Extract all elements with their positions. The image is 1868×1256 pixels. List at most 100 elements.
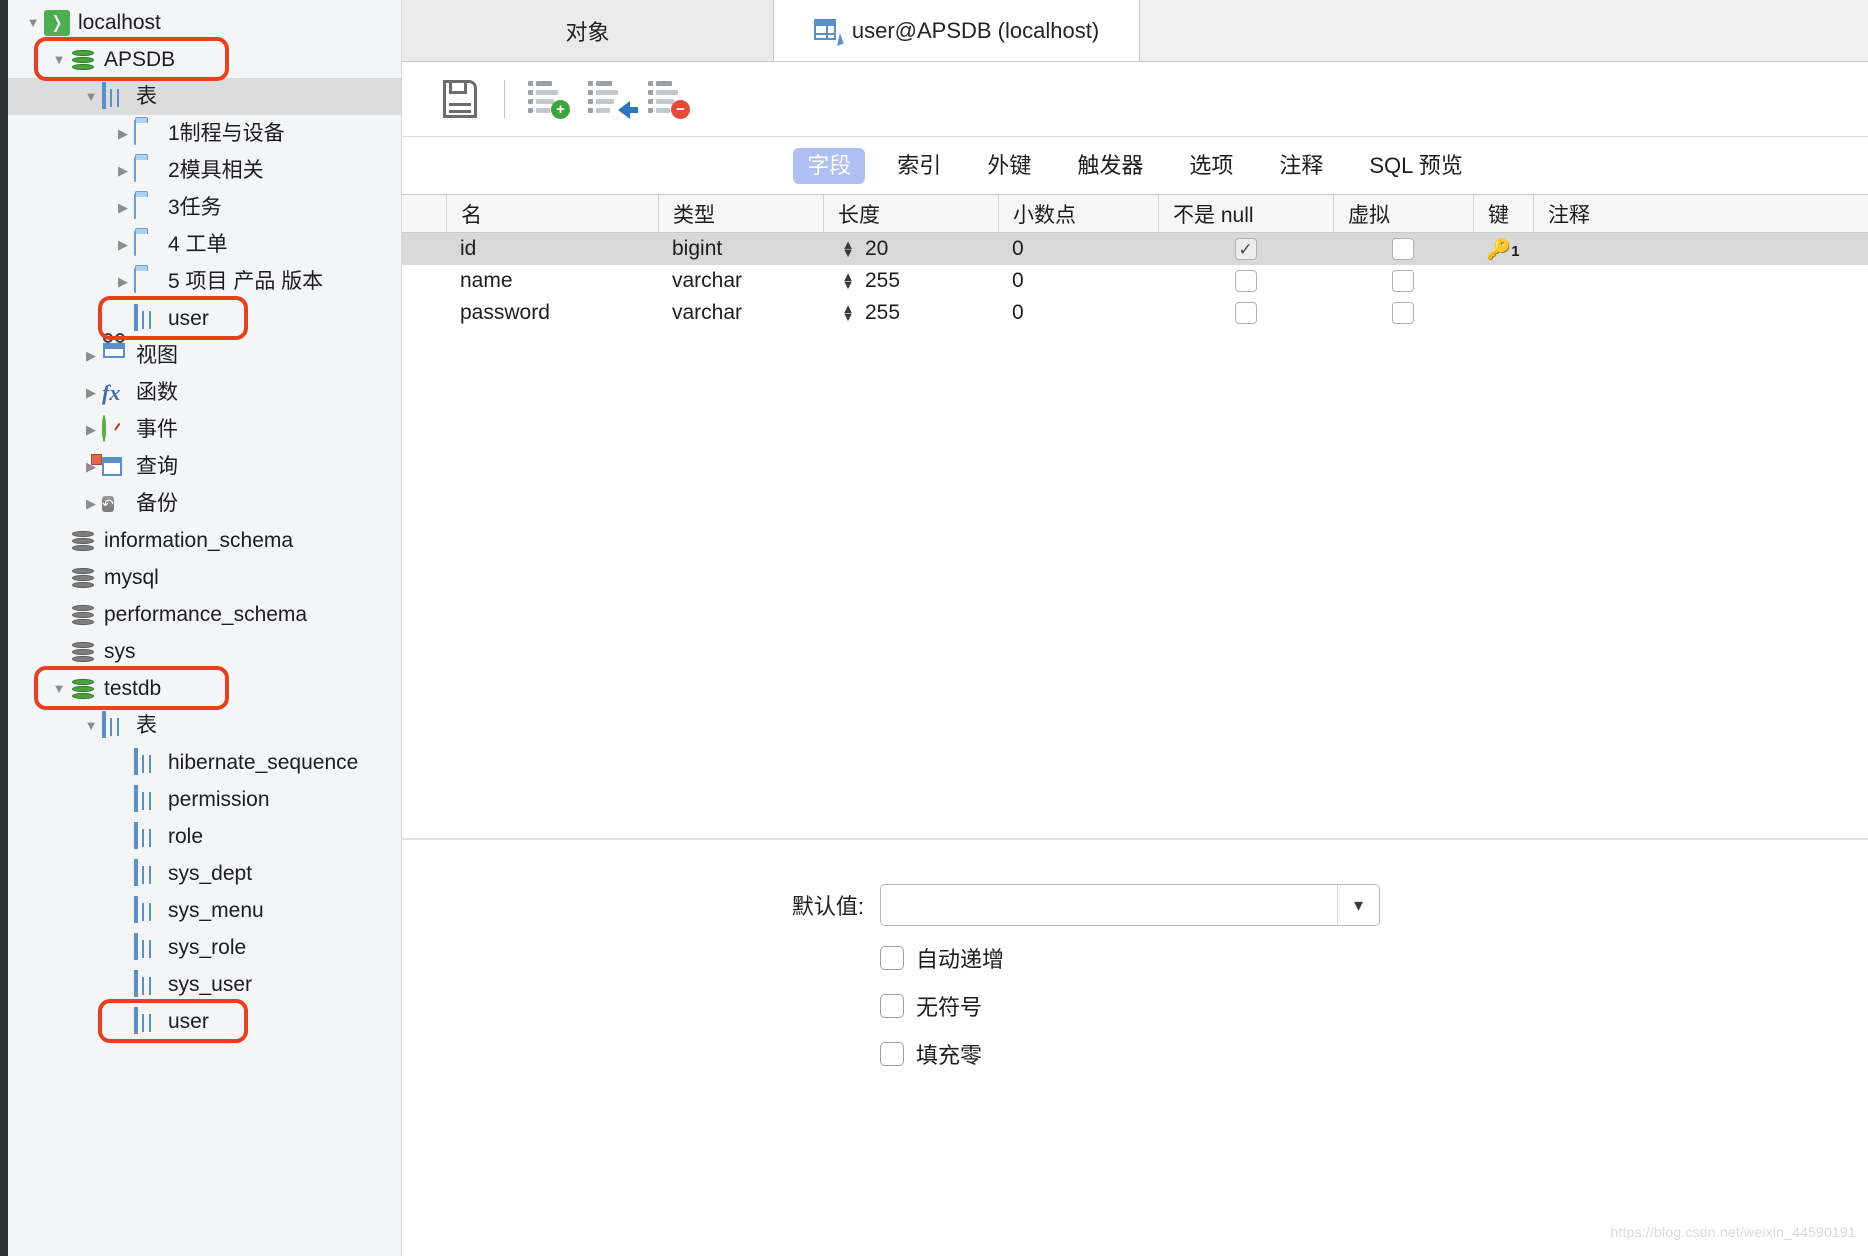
subtab-索引[interactable]: 索引: [883, 148, 955, 184]
virtual-checkbox[interactable]: [1392, 238, 1414, 260]
tree-twisty-closed[interactable]: [112, 127, 134, 140]
length-stepper[interactable]: ▲ ▼: [837, 270, 859, 291]
cell-not-null[interactable]: [1158, 297, 1333, 329]
grid-column-header[interactable]: 长度: [823, 195, 998, 232]
tree-twisty-open[interactable]: [22, 16, 44, 29]
tree-item-3任务[interactable]: 3任务: [8, 189, 401, 226]
tree-item-2模具相关[interactable]: 2模具相关: [8, 152, 401, 189]
fields-grid-body[interactable]: id bigint ▲ ▼ 20 0 ✓ 🔑1 name varchar ▲ ▼ 255 0 passwor…: [402, 233, 1868, 329]
subtab-字段[interactable]: 字段: [793, 147, 866, 184]
tree-twisty-open[interactable]: [80, 90, 102, 103]
connection-tree[interactable]: ❭ localhost APSDB 表 1制程与设备 2模具相关 3任务 4 工单 5 项目 产…: [8, 4, 401, 1040]
default-value-input[interactable]: [881, 885, 1337, 925]
tree-twisty-open[interactable]: [80, 719, 102, 732]
cell-comment[interactable]: [1533, 233, 1623, 265]
grid-column-header[interactable]: 类型: [658, 195, 823, 232]
tree-item-4-工单[interactable]: 4 工单: [8, 226, 401, 263]
connection-tree-sidebar[interactable]: ❭ localhost APSDB 表 1制程与设备 2模具相关 3任务 4 工单 5 项目 产…: [8, 0, 402, 1256]
tree-item-5-项目-产品-版本[interactable]: 5 项目 产品 版本: [8, 263, 401, 300]
cell-length[interactable]: ▲ ▼ 255: [823, 265, 998, 297]
cell-key[interactable]: [1473, 265, 1533, 297]
checkbox-row[interactable]: 无符号: [402, 990, 1868, 1022]
tree-item-testdb[interactable]: testdb: [8, 670, 401, 707]
tree-twisty-closed[interactable]: [80, 423, 102, 436]
tree-item-视图[interactable]: 视图: [8, 332, 401, 374]
subtab-SQL-预览[interactable]: SQL 预览: [1355, 148, 1476, 184]
cell-key[interactable]: 🔑1: [1473, 233, 1533, 265]
cell-comment[interactable]: [1533, 265, 1623, 297]
tree-item-information_schema[interactable]: information_schema: [8, 522, 401, 559]
subtab-触发器[interactable]: 触发器: [1063, 148, 1157, 184]
tree-item-user[interactable]: user: [8, 1003, 401, 1040]
subtab-外键[interactable]: 外键: [973, 148, 1045, 184]
tree-item-查询[interactable]: 查询: [8, 448, 401, 485]
virtual-checkbox[interactable]: [1392, 302, 1414, 324]
length-stepper[interactable]: ▲ ▼: [837, 302, 859, 323]
cell-not-null[interactable]: [1158, 265, 1333, 297]
cell-name[interactable]: name: [446, 265, 658, 297]
tab-table-editor[interactable]: user@APSDB (localhost): [774, 0, 1140, 61]
tree-item-user[interactable]: user: [8, 300, 401, 337]
cell-name[interactable]: id: [446, 233, 658, 265]
tree-twisty-open[interactable]: [48, 682, 70, 695]
field-flag-checkbox[interactable]: [880, 994, 904, 1018]
table-row[interactable]: password varchar ▲ ▼ 255 0: [402, 297, 1868, 329]
not-null-checkbox[interactable]: ✓: [1234, 238, 1257, 260]
add-field-button[interactable]: +: [519, 69, 579, 129]
checkbox-row[interactable]: 填充零: [402, 1038, 1868, 1070]
checkbox-row[interactable]: 自动递增: [402, 942, 1868, 974]
fields-grid[interactable]: 名类型 长度 小数点 不是 null 虚拟键注释 id bigint ▲ ▼ 20 0 ✓ 🔑1 nam…: [402, 195, 1868, 329]
cell-type[interactable]: bigint: [658, 233, 823, 265]
tree-twisty-closed[interactable]: [112, 164, 134, 177]
tree-twisty-open[interactable]: [48, 53, 70, 66]
cell-length[interactable]: ▲ ▼ 255: [823, 297, 998, 329]
tree-item-sys_menu[interactable]: sys_menu: [8, 892, 401, 929]
tree-item-事件[interactable]: 事件: [8, 411, 401, 448]
tree-twisty-closed[interactable]: [112, 238, 134, 251]
cell-type[interactable]: varchar: [658, 265, 823, 297]
not-null-checkbox[interactable]: [1234, 270, 1257, 292]
tree-twisty-closed[interactable]: [80, 497, 102, 510]
grid-column-header[interactable]: 键: [1473, 195, 1533, 232]
tab-objects[interactable]: 对象: [402, 0, 774, 61]
cell-decimals[interactable]: 0: [998, 297, 1158, 329]
tree-item-APSDB[interactable]: APSDB: [8, 41, 401, 78]
tree-item-表[interactable]: 表: [8, 707, 401, 744]
virtual-checkbox[interactable]: [1392, 270, 1414, 292]
cell-decimals[interactable]: 0: [998, 233, 1158, 265]
delete-field-button[interactable]: −: [639, 69, 699, 129]
field-properties-pane[interactable]: 默认值: ▾ 自动递增 无符号 填充零: [402, 838, 1868, 1256]
cell-name[interactable]: password: [446, 297, 658, 329]
cell-virtual[interactable]: [1333, 297, 1473, 329]
grid-column-header[interactable]: 虚拟: [1333, 195, 1473, 232]
tree-item-hibernate_sequence[interactable]: hibernate_sequence: [8, 744, 401, 781]
tree-item-备份[interactable]: ↶ 备份: [8, 485, 401, 522]
save-button[interactable]: [430, 69, 490, 129]
cell-length[interactable]: ▲ ▼ 20: [823, 233, 998, 265]
subtab-注释[interactable]: 注释: [1265, 148, 1337, 184]
length-stepper[interactable]: ▲ ▼: [837, 238, 859, 259]
cell-virtual[interactable]: [1333, 265, 1473, 297]
tab-strip[interactable]: 对象 user@APSDB (localhost): [402, 0, 1868, 62]
grid-column-header[interactable]: 不是 null: [1158, 195, 1333, 232]
cell-key[interactable]: [1473, 297, 1533, 329]
tree-item-1制程与设备[interactable]: 1制程与设备: [8, 115, 401, 152]
cell-type[interactable]: varchar: [658, 297, 823, 329]
table-row[interactable]: id bigint ▲ ▼ 20 0 ✓ 🔑1: [402, 233, 1868, 265]
tree-item-sys_role[interactable]: sys_role: [8, 929, 401, 966]
editor-subtabs[interactable]: 字段 索引 外键 触发器 选项 注释 SQL 预览: [402, 137, 1868, 195]
chevron-down-icon[interactable]: ▾: [1337, 885, 1379, 925]
tree-item-表[interactable]: 表: [8, 78, 401, 115]
tree-item-role[interactable]: role: [8, 818, 401, 855]
tree-item-sys_dept[interactable]: sys_dept: [8, 855, 401, 892]
tree-item-performance_schema[interactable]: performance_schema: [8, 596, 401, 633]
cell-decimals[interactable]: 0: [998, 265, 1158, 297]
field-flag-checkbox[interactable]: [880, 1042, 904, 1066]
grid-column-header[interactable]: 注释: [1533, 195, 1623, 232]
field-flag-checkbox[interactable]: [880, 946, 904, 970]
cell-comment[interactable]: [1533, 297, 1623, 329]
tree-twisty-closed[interactable]: [112, 275, 134, 288]
grid-column-header[interactable]: 小数点: [998, 195, 1158, 232]
grid-column-header[interactable]: 名: [446, 195, 658, 232]
table-row[interactable]: name varchar ▲ ▼ 255 0: [402, 265, 1868, 297]
